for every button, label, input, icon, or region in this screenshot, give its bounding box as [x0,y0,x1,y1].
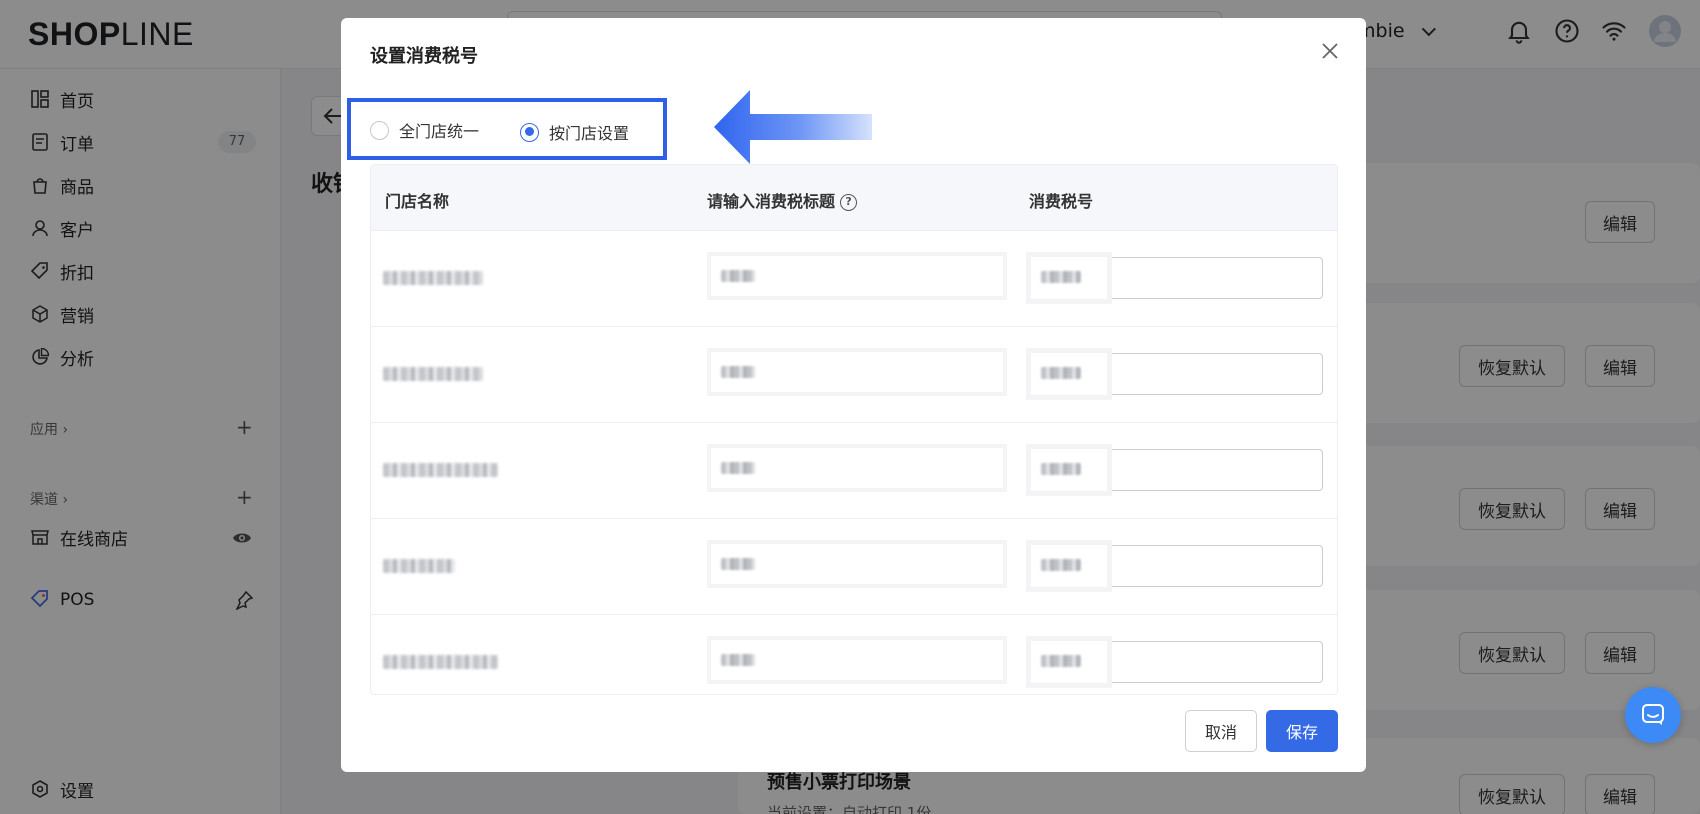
table-header: 门店名称 请输入消费税标题? 消费税号 [371,165,1337,231]
column-header-tax-number: 消费税号 [1029,192,1094,211]
radio-all-stores[interactable]: 全门店统一 [370,118,479,142]
tax-title-input[interactable] [707,348,1007,396]
modal-title: 设置消费税号 [370,46,478,67]
store-name-blurred [383,559,455,573]
tax-title-input[interactable] [707,444,1007,492]
table-row [371,231,1337,327]
radio-label: 按门店设置 [549,124,630,143]
store-name-blurred [383,463,498,477]
table-row [371,615,1337,694]
tax-number-input[interactable] [1026,540,1323,592]
save-button[interactable]: 保存 [1266,710,1338,752]
chat-icon [1642,704,1664,725]
tax-number-input[interactable] [1026,636,1323,688]
store-name-blurred [383,367,483,381]
store-tax-table: 门店名称 请输入消费税标题? 消费税号 [370,164,1338,695]
store-name-blurred [383,655,498,669]
tax-title-input[interactable] [707,540,1007,588]
cancel-button[interactable]: 取消 [1185,710,1257,752]
tax-number-input[interactable] [1026,252,1323,304]
store-name-blurred [383,271,483,285]
tax-title-input[interactable] [707,252,1007,300]
table-row [371,327,1337,423]
tax-title-input[interactable] [707,636,1007,684]
radio-circle-selected [520,122,539,142]
tax-number-input[interactable] [1026,348,1323,400]
tax-number-input[interactable] [1026,444,1323,496]
table-row [371,423,1337,519]
column-header-store-name: 门店名称 [385,192,450,211]
chat-support-button[interactable] [1625,687,1681,743]
radio-per-store[interactable]: 按门店设置 [520,120,629,144]
column-header-label: 请输入消费税标题 [707,192,836,211]
table-row [371,519,1337,615]
radio-circle [370,120,389,140]
column-header-tax-title: 请输入消费税标题? [707,188,858,212]
close-icon[interactable] [1320,41,1340,61]
tax-id-modal: 设置消费税号 全门店统一 按门店设置 门店名称 请输入消费税标题? 消费税号 取… [341,18,1366,772]
question-help-icon[interactable]: ? [840,194,858,211]
radio-label: 全门店统一 [399,122,480,141]
pointer-arrow-icon [714,90,872,164]
